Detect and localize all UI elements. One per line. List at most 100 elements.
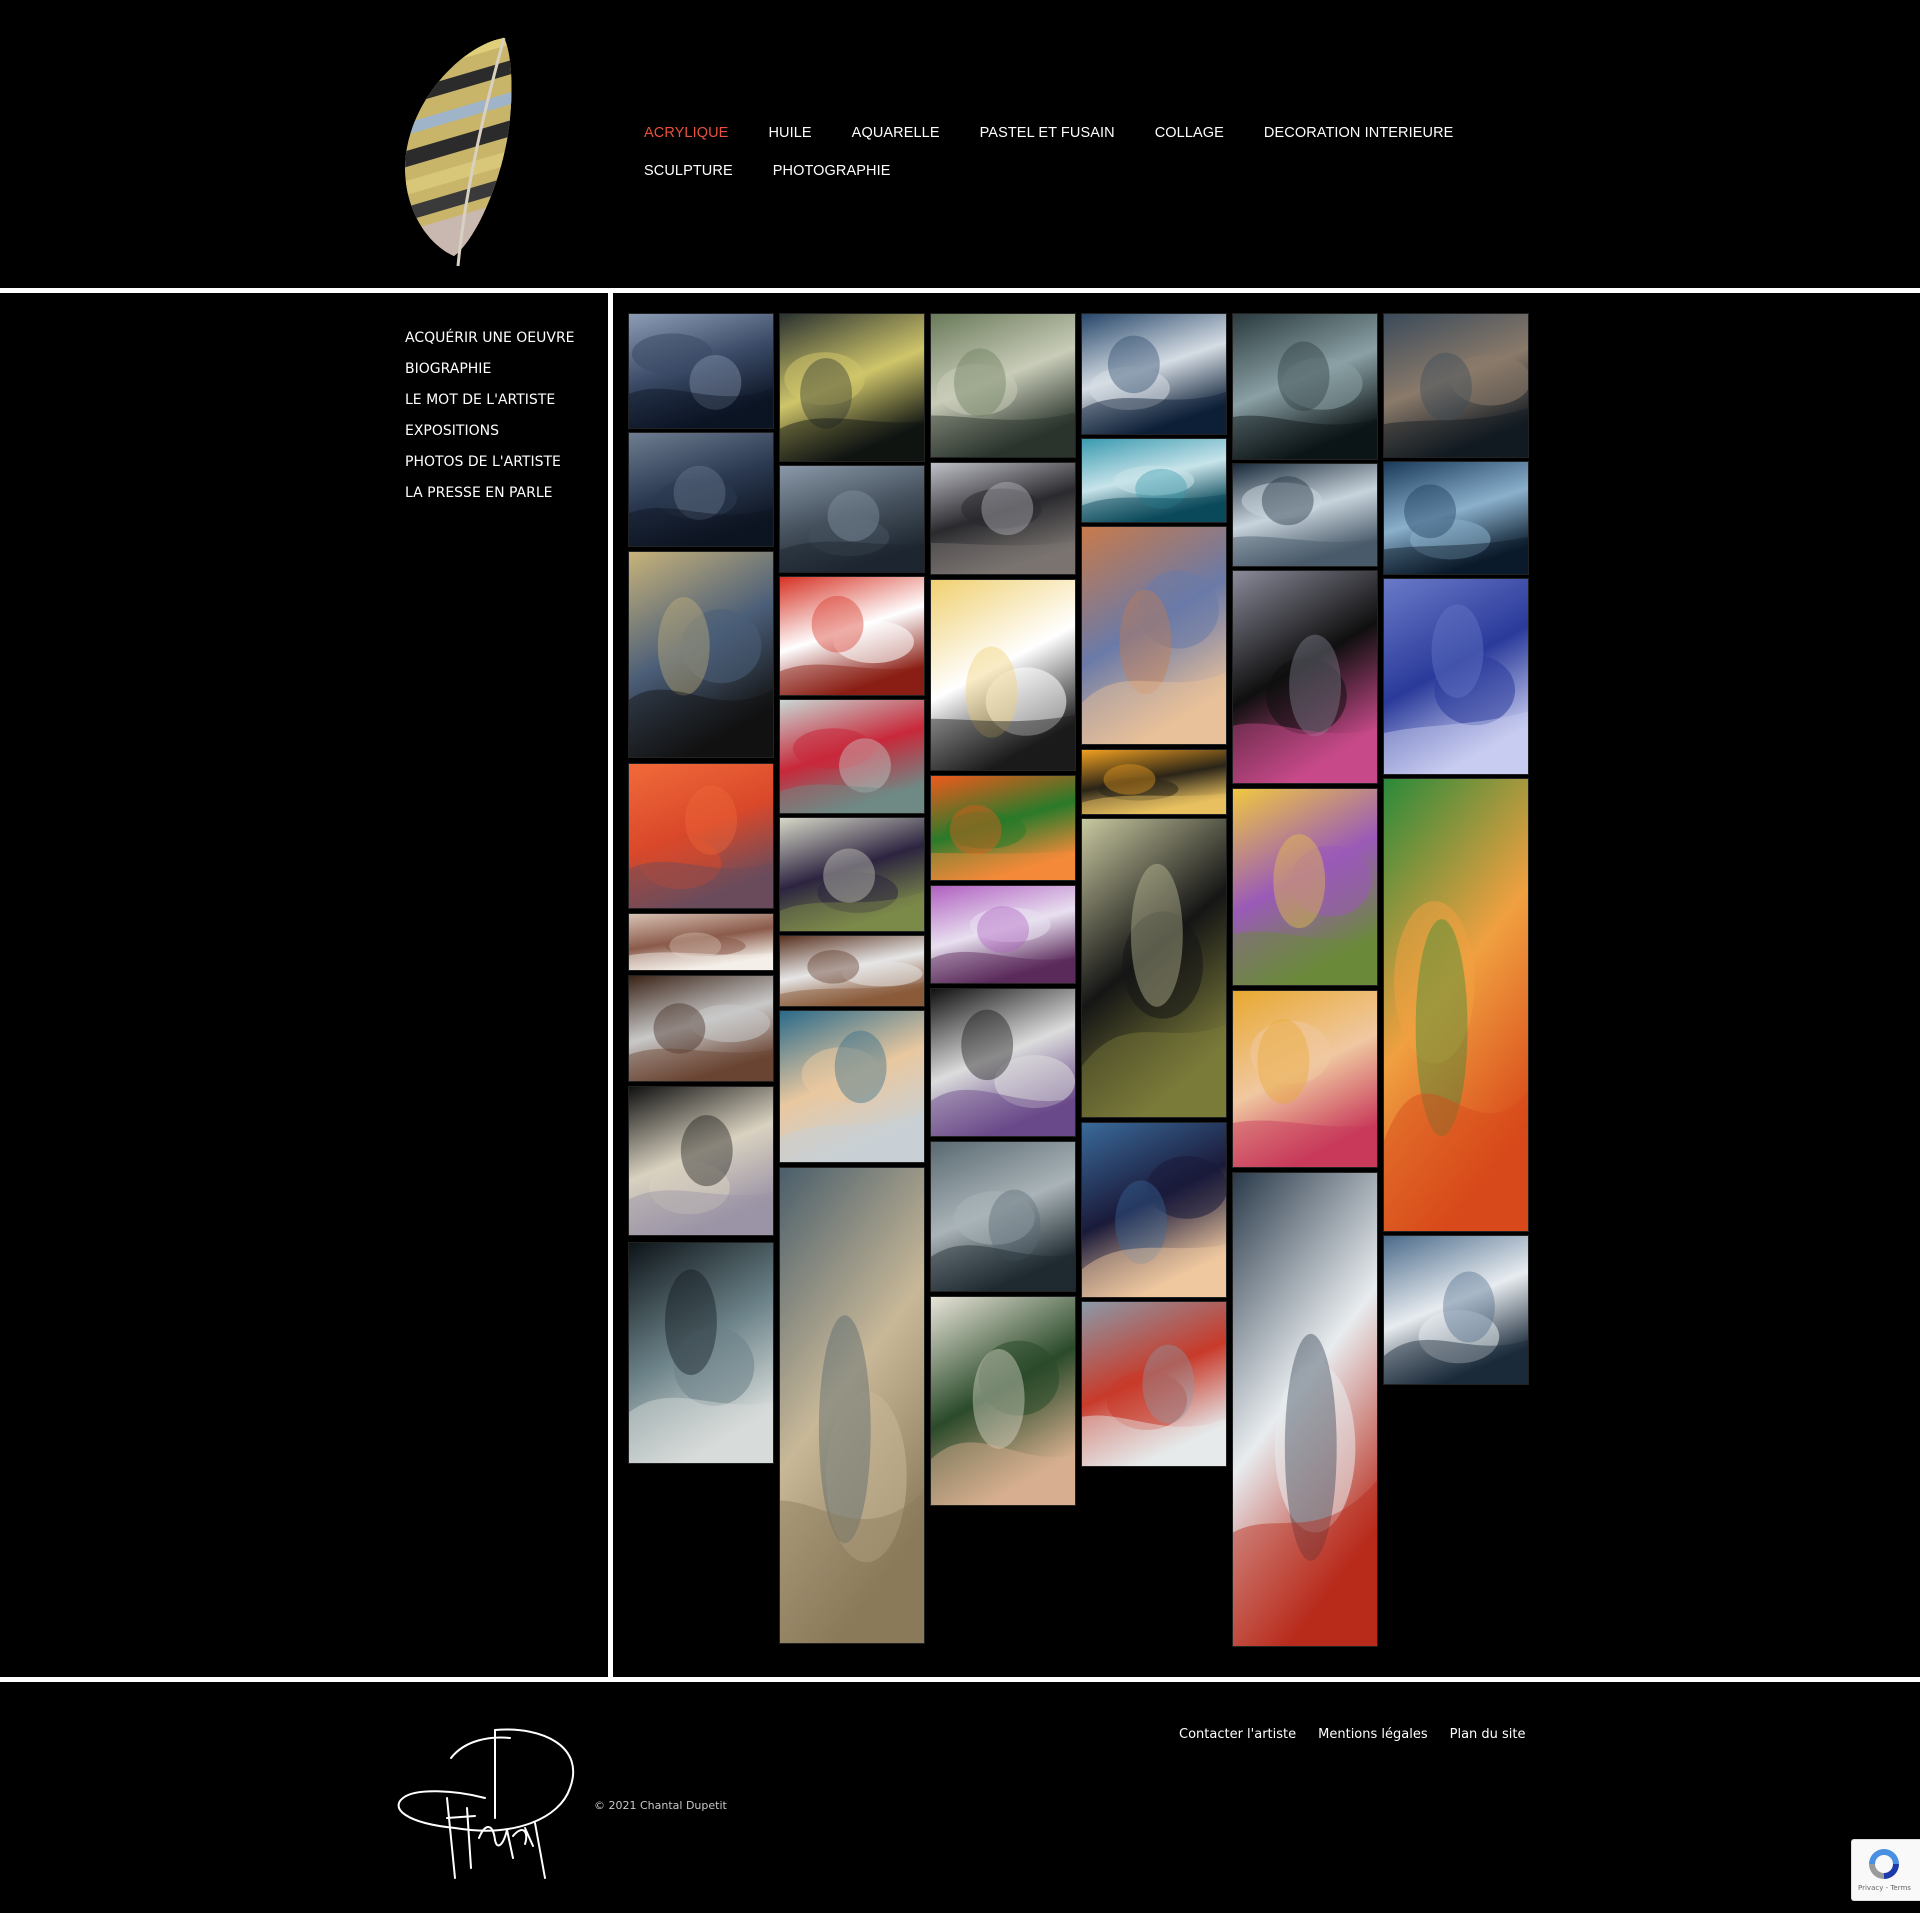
artwork-thumbnail-white-flowers-branch[interactable] (628, 913, 774, 971)
artwork-image (1082, 314, 1226, 434)
artwork-thumbnail-white-flowers-triptych[interactable] (779, 935, 925, 1007)
artwork-image (1082, 819, 1226, 1117)
sidebar-item-mot-artiste[interactable]: LE MOT DE L'ARTISTE (405, 389, 595, 420)
artwork-thumbnail-buoy-yellow[interactable] (779, 313, 925, 462)
feather-logo-image (405, 37, 512, 267)
artist-signature (395, 1728, 585, 1890)
artwork-thumbnail-orange-lilies-green[interactable] (1383, 778, 1529, 1232)
artwork-thumbnail-red-poppy-large[interactable] (779, 576, 925, 696)
artwork-thumbnail-manga-girl-purple[interactable] (1081, 1122, 1227, 1298)
nav-sculpture[interactable]: SCULPTURE (644, 163, 733, 179)
artwork-thumbnail-white-flower-diptych[interactable] (628, 975, 774, 1082)
artwork-thumbnail-big-wave-blue[interactable] (1081, 313, 1227, 435)
artwork-image (1082, 1302, 1226, 1466)
artwork-image (1384, 579, 1528, 774)
artwork-thumbnail-calla-lily[interactable] (930, 579, 1076, 771)
recaptcha-badge[interactable]: Privacy - Terms (1851, 1839, 1920, 1901)
artwork-thumbnail-seascape-cliffs[interactable] (628, 313, 774, 429)
artwork-thumbnail-pink-orchid-panels[interactable] (930, 885, 1076, 984)
artwork-thumbnail-woman-black-dress-bouquet[interactable] (1232, 570, 1378, 784)
artwork-thumbnail-two-women-figures[interactable] (1081, 526, 1227, 745)
nav-decoration-interieure[interactable]: DECORATION INTERIEURE (1264, 125, 1454, 141)
artwork-thumbnail-blue-sea-reflection[interactable] (1383, 461, 1529, 575)
artwork-thumbnail-dune-path[interactable] (779, 1167, 925, 1644)
artwork-image (780, 577, 924, 695)
artwork-thumbnail-girl-blue-hat[interactable] (779, 1010, 925, 1163)
artwork-image (931, 886, 1075, 983)
artwork-image (1384, 314, 1528, 457)
nav-collage[interactable]: COLLAGE (1155, 125, 1224, 141)
artwork-image (1082, 527, 1226, 744)
artwork-image (1233, 991, 1377, 1167)
artwork-image (931, 580, 1075, 770)
nav-huile[interactable]: HUILE (768, 125, 811, 141)
recaptcha-terms[interactable]: Privacy - Terms (1858, 1884, 1911, 1892)
artwork-image (931, 776, 1075, 880)
artwork-thumbnail-beach-fence[interactable] (930, 462, 1076, 575)
artwork-thumbnail-boat-in-harbor[interactable] (1081, 1301, 1227, 1467)
artwork-gallery (628, 313, 1530, 1653)
artwork-image (780, 314, 924, 461)
nav-pastel-et-fusain[interactable]: PASTEL ET FUSAIN (980, 125, 1115, 141)
artwork-thumbnail-red-poppies-field[interactable] (779, 699, 925, 814)
artwork-image (1082, 439, 1226, 522)
artwork-thumbnail-woman-black-hat-beach[interactable] (930, 1296, 1076, 1506)
artwork-thumbnail-dark-sea-horizon[interactable] (1383, 313, 1529, 458)
artwork-thumbnail-abstract-music-blue[interactable] (1383, 1235, 1529, 1385)
copyright-text: © 2021 Chantal Dupetit (594, 1799, 727, 1812)
recaptcha-icon (1866, 1846, 1902, 1887)
artwork-image (931, 989, 1075, 1136)
artwork-thumbnail-buoy-green-sea[interactable] (930, 313, 1076, 458)
artwork-image (780, 700, 924, 813)
artwork-image (1233, 789, 1377, 985)
artwork-thumbnail-grey-waves[interactable] (930, 1141, 1076, 1292)
footer-link-plan-du-site[interactable]: Plan du site (1450, 1727, 1526, 1742)
footer-link-mentions-legales[interactable]: Mentions légales (1318, 1727, 1427, 1742)
artwork-thumbnail-blue-iris[interactable] (1383, 578, 1529, 775)
artwork-image (629, 976, 773, 1081)
sidebar-item-acquerir[interactable]: ACQUÉRIR UNE OEUVRE (405, 327, 595, 358)
artwork-thumbnail-grey-sea[interactable] (779, 465, 925, 573)
artwork-image (931, 1297, 1075, 1505)
artwork-thumbnail-moonlit-waves[interactable] (1232, 463, 1378, 567)
artwork-thumbnail-red-poppy-flower[interactable] (628, 763, 774, 909)
artwork-image (1384, 779, 1528, 1231)
artwork-image (780, 936, 924, 1006)
footer-link-contact[interactable]: Contacter l'artiste (1179, 1727, 1296, 1742)
sidebar-item-presse[interactable]: LA PRESSE EN PARLE (405, 482, 595, 513)
artwork-image (780, 818, 924, 931)
artwork-thumbnail-lighthouse-storm[interactable] (1232, 1172, 1378, 1647)
site-header: ACRYLIQUE HUILE AQUARELLE PASTEL ET FUSA… (0, 0, 1920, 288)
header-divider (0, 288, 1920, 293)
artwork-thumbnail-seascape-night[interactable] (628, 432, 774, 547)
artwork-thumbnail-purple-iris-yellow[interactable] (1232, 788, 1378, 986)
nav-photographie[interactable]: PHOTOGRAPHIE (773, 163, 891, 179)
sidebar-item-expositions[interactable]: EXPOSITIONS (405, 420, 595, 451)
nav-acrylique[interactable]: ACRYLIQUE (644, 125, 728, 141)
footer-divider (0, 1677, 1920, 1682)
artwork-thumbnail-turquoise-sea[interactable] (1081, 438, 1227, 523)
artwork-thumbnail-girl-flower-hat[interactable] (930, 988, 1076, 1137)
artwork-thumbnail-olives-large[interactable] (1081, 818, 1227, 1118)
artwork-image (780, 1168, 924, 1643)
sidebar-item-biographie[interactable]: BIOGRAPHIE (405, 358, 595, 389)
artwork-thumbnail-olive-branches[interactable] (779, 817, 925, 932)
artwork-thumbnail-orange-lily[interactable] (930, 775, 1076, 881)
artwork-thumbnail-sunflowers[interactable] (1081, 749, 1227, 815)
nav-aquarelle[interactable]: AQUARELLE (852, 125, 940, 141)
artwork-image (629, 914, 773, 970)
artwork-image (1233, 314, 1377, 459)
artwork-image (1082, 1123, 1226, 1297)
sidebar-item-photos-artiste[interactable]: PHOTOS DE L'ARTISTE (405, 451, 595, 482)
sidebar-divider (608, 293, 613, 1678)
signature-drawing (397, 1728, 575, 1879)
sidebar-navigation: ACQUÉRIR UNE OEUVRE BIOGRAPHIE LE MOT DE… (405, 327, 595, 513)
feather-logo[interactable] (396, 34, 532, 270)
artwork-thumbnail-girl-white-hair[interactable] (628, 1086, 774, 1236)
artwork-image (1384, 462, 1528, 574)
artwork-thumbnail-night-sea-reeds[interactable] (1232, 313, 1378, 460)
artwork-thumbnail-manga-girl-blonde[interactable] (1232, 990, 1378, 1168)
artwork-thumbnail-woman-portrait-blonde[interactable] (628, 551, 774, 758)
artwork-image (931, 1142, 1075, 1291)
artwork-thumbnail-stormy-wave[interactable] (628, 1242, 774, 1464)
